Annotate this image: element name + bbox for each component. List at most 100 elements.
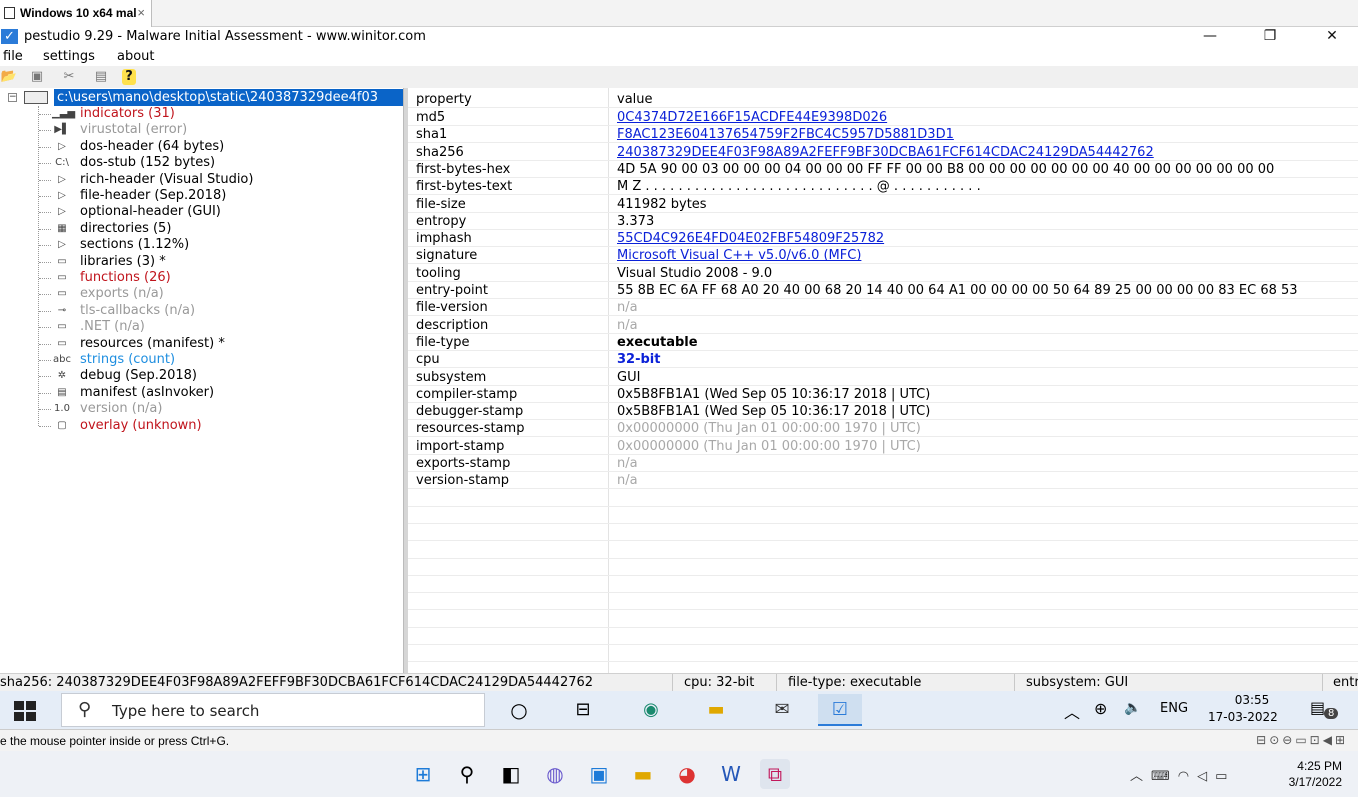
tree-item[interactable]: ▭ exports (n/a) — [0, 286, 403, 302]
tree-item[interactable]: ▷ sections (1.12%) — [0, 237, 403, 253]
table-row[interactable]: sha1 F8AC123E604137654759F2FBC4C5957D5881… — [408, 126, 1358, 144]
table-row[interactable]: file-size 411982 bytes — [408, 196, 1358, 213]
host-word-icon[interactable]: W — [716, 759, 746, 789]
tree-item[interactable]: ▁▃▅ indicators (31) — [0, 106, 403, 122]
host-widget-icon[interactable]: ▣ — [584, 759, 614, 789]
vm-device-icons[interactable]: ⊟⊙⊖▭⊡◀⊞ — [1256, 733, 1348, 747]
language-indicator[interactable]: ENG — [1160, 701, 1188, 716]
property-value[interactable]: 0C4374D72E166F15ACDFE44E9398D026 — [617, 110, 887, 125]
menu-file[interactable]: file — [3, 49, 23, 64]
table-row[interactable]: resources-stamp 0x00000000 (Thu Jan 01 00… — [408, 420, 1358, 438]
property-value: 32-bit — [617, 352, 661, 368]
table-header: property value — [408, 91, 1358, 108]
tree-item[interactable]: ▶▌ virustotal (error) — [0, 122, 403, 138]
property-value[interactable]: 55CD4C926E4FD04E02FBF54809F25782 — [617, 231, 884, 246]
tree-item[interactable]: ▦ directories (5) — [0, 221, 403, 237]
tree-item[interactable]: ▢ overlay (unknown) — [0, 418, 403, 434]
table-row[interactable]: exports-stamp n/a — [408, 455, 1358, 472]
table-row[interactable]: imphash 55CD4C926E4FD04E02FBF54809F25782 — [408, 230, 1358, 248]
table-row[interactable]: description n/a — [408, 317, 1358, 334]
tree-item[interactable]: ▤ manifest (asInvoker) — [0, 385, 403, 401]
tree-item[interactable]: ▷ dos-header (64 bytes) — [0, 139, 403, 155]
tree-item[interactable]: ▭ resources (manifest) * — [0, 336, 403, 352]
cut-icon[interactable]: ✂ — [60, 69, 78, 85]
host-explorer-icon[interactable]: ▬ — [628, 759, 658, 789]
cortana-icon[interactable]: ○ — [497, 694, 541, 726]
tree-root-path[interactable]: c:\users\mano\desktop\static\240387329de… — [54, 89, 403, 106]
table-row[interactable]: signature Microsoft Visual C++ v5.0/v6.0 … — [408, 247, 1358, 265]
vm-status-bar: e the mouse pointer inside or press Ctrl… — [0, 729, 1358, 751]
collapse-icon[interactable]: − — [8, 93, 17, 102]
save-icon[interactable]: ▣ — [28, 69, 46, 85]
host-tray-icons[interactable]: ︿⌨◠◁▭ — [1130, 765, 1235, 784]
table-row[interactable]: file-version n/a — [408, 299, 1358, 317]
maximize-button[interactable]: ❐ — [1250, 27, 1290, 48]
header-property[interactable]: property — [416, 92, 472, 107]
host-search-icon[interactable]: ⚲ — [452, 759, 482, 789]
network-icon[interactable]: ⊕ — [1094, 699, 1107, 718]
tree-item[interactable]: 1.0 version (n/a) — [0, 401, 403, 417]
tree-item[interactable]: abc strings (count) — [0, 352, 403, 368]
property-value[interactable]: 240387329DEE4F03F98A89A2FEFF9BF30DCBA61F… — [617, 145, 1154, 160]
notification-icon[interactable]: ▤ — [1310, 698, 1325, 717]
tree-item[interactable]: C:\ dos-stub (152 bytes) — [0, 155, 403, 171]
host-vmware-icon[interactable]: ⧉ — [760, 759, 790, 789]
host-clock[interactable]: 4:25 PM 3/17/2022 — [1289, 758, 1342, 790]
tree-item[interactable]: ⊸ tls-callbacks (n/a) — [0, 303, 403, 319]
table-row[interactable]: version-stamp n/a — [408, 472, 1358, 490]
volume-icon[interactable]: 🔈 — [1124, 700, 1141, 716]
table-row[interactable]: entry-point 55 8B EC 6A FF 68 A0 20 40 00… — [408, 282, 1358, 299]
table-row[interactable]: first-bytes-hex 4D 5A 90 00 03 00 00 00 0… — [408, 161, 1358, 178]
tree-item[interactable]: ▷ file-header (Sep.2018) — [0, 188, 403, 204]
host-task-view-icon[interactable]: ◧ — [496, 759, 526, 789]
minimize-button[interactable]: — — [1190, 27, 1230, 48]
tree-item[interactable]: ✲ debug (Sep.2018) — [0, 368, 403, 384]
clipboard-icon[interactable]: ▤ — [92, 69, 110, 85]
table-row[interactable]: cpu 32-bit — [408, 351, 1358, 369]
tree-item[interactable]: ▭ .NET (n/a) — [0, 319, 403, 335]
file-explorer-icon[interactable]: ▬ — [694, 694, 738, 726]
host-start-icon[interactable]: ⊞ — [408, 759, 438, 789]
host-chat-icon[interactable]: ◍ — [540, 759, 570, 789]
table-row[interactable]: sha256 240387329DEE4F03F98A89A2FEFF9BF30D… — [408, 144, 1358, 161]
menu-settings[interactable]: settings — [43, 49, 95, 64]
edge-icon[interactable]: ◉ — [629, 694, 673, 726]
table-row[interactable]: import-stamp 0x00000000 (Thu Jan 01 00:00… — [408, 438, 1358, 455]
table-row[interactable]: debugger-stamp 0x5B8FB1A1 (Wed Sep 05 10:… — [408, 403, 1358, 421]
property-value[interactable]: F8AC123E604137654759F2FBC4C5957D5881D3D1 — [617, 127, 954, 142]
windows-start-icon[interactable] — [14, 701, 36, 721]
taskbar-date[interactable]: 17-03-2022 — [1208, 710, 1278, 724]
close-button[interactable]: ✕ — [1312, 27, 1352, 48]
table-row[interactable]: subsystem GUI — [408, 369, 1358, 386]
status-separator — [1014, 674, 1015, 692]
table-row[interactable]: tooling Visual Studio 2008 - 9.0 — [408, 265, 1358, 282]
search-icon: ⚲ — [78, 699, 92, 720]
vm-tab[interactable]: Windows 10 x64 mal × — [0, 0, 152, 27]
table-row[interactable]: md5 0C4374D72E166F15ACDFE44E9398D026 — [408, 109, 1358, 126]
host-chrome-icon[interactable]: ◕ — [672, 759, 702, 789]
vm-tab-close-icon[interactable]: × — [137, 5, 145, 20]
tree-item[interactable]: ▷ optional-header (GUI) — [0, 204, 403, 220]
task-view-icon[interactable]: ⊟ — [561, 694, 605, 726]
table-row[interactable]: first-bytes-text M Z . . . . . . . . . . … — [408, 178, 1358, 196]
tree-item[interactable]: ▭ functions (26) — [0, 270, 403, 286]
taskbar-search-box[interactable]: ⚲ Type here to search — [61, 693, 485, 727]
mail-icon[interactable]: ✉ — [760, 694, 804, 726]
table-row[interactable]: entropy 3.373 — [408, 213, 1358, 230]
taskbar-time[interactable]: 03:55 — [1228, 693, 1276, 707]
table-row[interactable]: file-type executable — [408, 334, 1358, 351]
menu-about[interactable]: about — [117, 49, 155, 64]
vm-icon — [4, 7, 15, 19]
property-value: M Z . . . . . . . . . . . . . . . . . . … — [617, 179, 981, 195]
header-value[interactable]: value — [617, 92, 653, 107]
table-row[interactable]: compiler-stamp 0x5B8FB1A1 (Wed Sep 05 10:… — [408, 386, 1358, 403]
tree-item[interactable]: ▷ rich-header (Visual Studio) — [0, 172, 403, 188]
help-icon[interactable]: ? — [122, 69, 136, 85]
property-value[interactable]: Microsoft Visual C++ v5.0/v6.0 (MFC) — [617, 248, 861, 263]
tree-connector — [39, 196, 51, 197]
pestudio-taskbar-icon[interactable]: ☑ — [818, 694, 862, 726]
tray-chevron-icon[interactable]: ︿ — [1064, 699, 1080, 723]
tree-item[interactable]: ▭ libraries (3) * — [0, 254, 403, 270]
open-icon[interactable]: 📂 — [0, 69, 18, 85]
tree-root[interactable]: − c:\users\mano\desktop\static\240387329… — [4, 89, 403, 106]
